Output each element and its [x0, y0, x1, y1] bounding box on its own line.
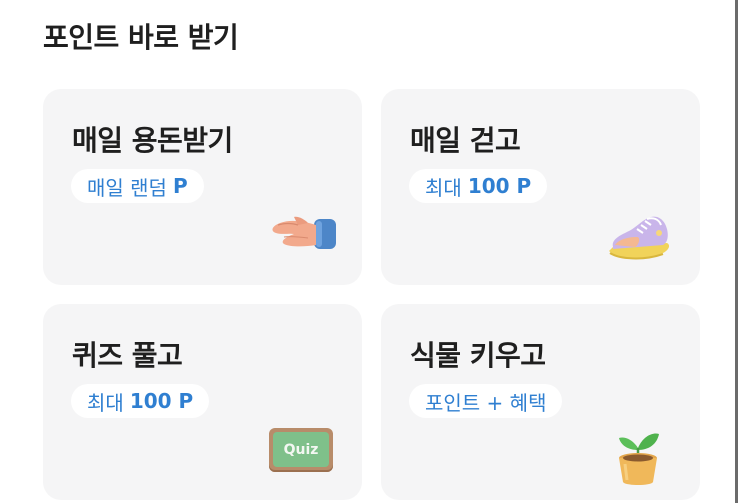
quiz-board-icon: Quiz — [269, 428, 333, 472]
sneaker-icon — [607, 209, 673, 265]
card-daily-allowance[interactable]: 매일 용돈받기 매일 랜덤 P — [43, 89, 362, 285]
pill-strong: 100 P — [467, 174, 532, 198]
card-title: 퀴즈 풀고 — [72, 339, 183, 372]
scrollbar[interactable] — [735, 0, 743, 503]
card-title: 매일 걷고 — [410, 124, 521, 157]
reward-pill: 매일 랜덤 P — [71, 169, 204, 203]
points-page: 포인트 바로 받기 매일 용돈받기 매일 랜덤 P 매일 걷고 최대 100 P — [0, 0, 743, 503]
pill-strong: 100 P — [129, 389, 194, 413]
hand-icon — [264, 207, 340, 259]
pill-text: 매일 랜덤 — [87, 175, 167, 200]
card-daily-walk[interactable]: 매일 걷고 최대 100 P — [381, 89, 700, 285]
pill-text: 최대 — [87, 390, 124, 415]
reward-pill: 최대 100 P — [71, 384, 210, 418]
card-title: 매일 용돈받기 — [72, 124, 233, 157]
quiz-label: Quiz — [283, 441, 319, 458]
plant-pot-icon — [613, 418, 663, 488]
section-title: 포인트 바로 받기 — [43, 21, 239, 54]
card-quiz[interactable]: 퀴즈 풀고 최대 100 P Quiz — [43, 304, 362, 500]
card-grow-plant[interactable]: 식물 키우고 포인트 + 혜택 — [381, 304, 700, 500]
pill-text: 최대 — [425, 175, 462, 200]
reward-pill: 최대 100 P — [409, 169, 548, 203]
reward-pill: 포인트 + 혜택 — [409, 384, 563, 418]
card-title: 식물 키우고 — [410, 339, 546, 372]
pill-strong: P — [172, 174, 188, 198]
pill-text: 포인트 + 혜택 — [425, 390, 547, 415]
quiz-board-face: Quiz — [273, 432, 329, 467]
